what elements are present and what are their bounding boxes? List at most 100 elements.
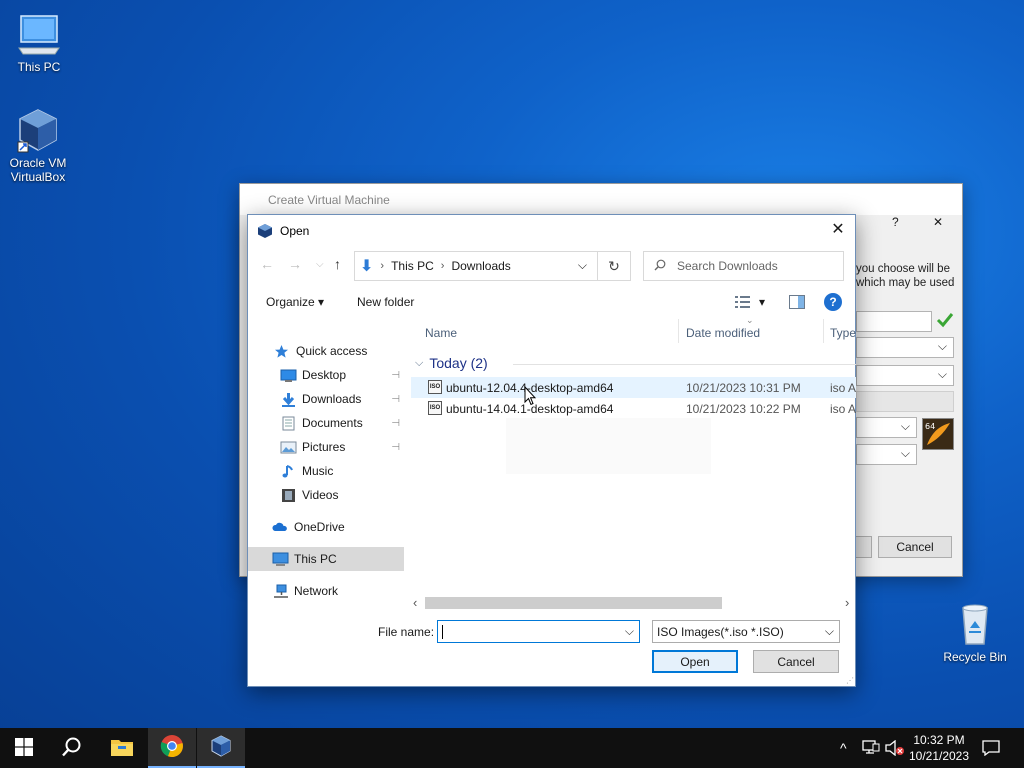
- valid-check-icon: [936, 311, 954, 329]
- cancel-button[interactable]: Cancel: [753, 650, 839, 673]
- nav-item-downloads[interactable]: Downloads ⊣: [248, 387, 404, 411]
- nav-item-documents[interactable]: Documents ⊣: [248, 411, 404, 435]
- nav-item-label: Quick access: [296, 344, 368, 358]
- nav-item-desktop[interactable]: Desktop ⊣: [248, 363, 404, 387]
- file-name-input[interactable]: ⌵: [437, 620, 640, 643]
- preview-pane-icon[interactable]: [789, 295, 805, 309]
- notifications-button[interactable]: [982, 728, 1000, 768]
- create-vm-cancel-button[interactable]: Cancel: [878, 536, 952, 558]
- chevron-down-icon: ⌵: [415, 356, 424, 369]
- star-icon: [274, 344, 291, 359]
- nav-item-label: Documents: [302, 416, 363, 430]
- create-vm-title: Create Virtual Machine: [268, 192, 390, 207]
- create-vm-titlebar: Create Virtual Machine: [240, 184, 962, 215]
- open-button[interactable]: Open: [652, 650, 738, 673]
- scroll-left-button[interactable]: ‹: [413, 595, 417, 610]
- breadcrumb-this-pc[interactable]: This PC: [391, 259, 434, 273]
- close-icon[interactable]: ✕: [827, 220, 849, 242]
- address-bar[interactable]: ⬇ › This PC › Downloads ⌵: [354, 251, 598, 281]
- up-button[interactable]: ↑: [334, 256, 341, 272]
- nav-item-label: Desktop: [302, 368, 347, 382]
- vbox-hidden-button: [856, 536, 872, 558]
- column-header-date[interactable]: Date modified: [686, 326, 760, 340]
- network-tray-icon[interactable]: [862, 728, 880, 768]
- search-icon: [61, 736, 83, 761]
- virtualbox-icon: [209, 734, 233, 761]
- taskbar-chrome[interactable]: [148, 728, 196, 768]
- vm-name-field[interactable]: [856, 311, 932, 332]
- chevron-down-icon[interactable]: ⌵: [625, 624, 634, 639]
- nav-item-pictures[interactable]: Pictures ⊣: [248, 435, 404, 459]
- help-icon[interactable]: ?: [824, 293, 842, 311]
- desktop-icon-recycle-bin[interactable]: Recycle Bin: [937, 600, 1013, 664]
- refresh-button[interactable]: ↻: [598, 251, 631, 281]
- desktop-icon-this-pc[interactable]: This PC: [1, 10, 77, 74]
- network-icon: [272, 584, 289, 599]
- column-headers: Name Date modified ⌄ Type: [411, 319, 856, 343]
- create-vm-close-button[interactable]: ✕: [933, 215, 943, 229]
- column-header-type[interactable]: Type: [830, 326, 856, 340]
- download-arrow-icon: ⬇: [360, 258, 374, 275]
- tooltip-ghost: [506, 418, 711, 474]
- vm-iso-combo[interactable]: [856, 365, 954, 386]
- desktop-icon-virtualbox[interactable]: Oracle VM VirtualBox: [0, 106, 76, 184]
- file-row-ubuntu-12[interactable]: ISO ubuntu-12.04.4-desktop-amd64 10/21/2…: [411, 377, 856, 398]
- file-row-ubuntu-14[interactable]: ISO ubuntu-14.04.1-desktop-amd64 10/21/2…: [411, 398, 856, 419]
- address-dropdown-icon[interactable]: ⌵: [578, 258, 587, 273]
- horizontal-scrollbar[interactable]: ‹ ›: [411, 595, 856, 611]
- text-caret: [442, 625, 443, 639]
- recycle-bin-icon: [951, 600, 999, 648]
- nav-item-network[interactable]: Network: [248, 579, 404, 603]
- pictures-icon: [280, 440, 297, 455]
- back-button[interactable]: ←: [260, 256, 274, 272]
- vm-type-combo[interactable]: [856, 417, 917, 438]
- scroll-right-button[interactable]: ›: [845, 595, 849, 610]
- tray-clock[interactable]: 10:32 PM 10/21/2023: [900, 732, 978, 764]
- vm-version-combo[interactable]: [856, 444, 917, 465]
- start-button[interactable]: [0, 728, 48, 768]
- organize-button[interactable]: Organize ▾: [266, 295, 324, 309]
- svg-text:64: 64: [925, 422, 935, 431]
- taskbar-search-button[interactable]: [48, 728, 96, 768]
- nav-item-label: Pictures: [302, 440, 346, 454]
- view-options-icon[interactable]: [735, 295, 751, 309]
- taskbar-virtualbox[interactable]: [197, 728, 245, 768]
- taskbar-file-explorer[interactable]: [98, 728, 146, 768]
- breadcrumb-downloads[interactable]: Downloads: [451, 259, 510, 273]
- clock-date: 10/21/2023: [908, 749, 970, 763]
- file-type-filter[interactable]: ISO Images(*.iso *.ISO) ⌵: [652, 620, 840, 643]
- nav-item-videos[interactable]: Videos: [248, 483, 404, 507]
- search-box[interactable]: Search Downloads: [643, 251, 844, 281]
- pin-icon: ⊣: [391, 441, 400, 453]
- virtualbox-icon: [14, 106, 62, 154]
- column-header-name[interactable]: Name: [425, 326, 457, 340]
- resize-grip-icon[interactable]: ⋰: [846, 676, 854, 685]
- nav-item-onedrive[interactable]: OneDrive: [248, 515, 404, 539]
- tray-overflow-button[interactable]: ^: [840, 728, 847, 768]
- create-vm-help-button[interactable]: ?: [892, 215, 899, 229]
- recent-locations-button[interactable]: ⌵: [316, 259, 324, 270]
- iso-file-icon: ISO: [428, 380, 442, 394]
- command-bar: Organize ▾ New folder ▾ ?: [248, 289, 855, 315]
- new-folder-button[interactable]: New folder: [357, 295, 414, 309]
- nav-item-label: Music: [302, 464, 334, 478]
- nav-item-this-pc[interactable]: This PC: [248, 547, 404, 571]
- search-icon: [654, 259, 666, 274]
- nav-item-quick-access[interactable]: Quick access: [248, 339, 404, 363]
- breadcrumb-separator: ›: [440, 260, 445, 272]
- download-arrow-icon: [280, 392, 297, 407]
- scrollbar-thumb[interactable]: [425, 597, 722, 609]
- nav-item-label: Network: [294, 584, 339, 598]
- vm-edition-combo: [856, 391, 954, 412]
- desktop-icon-label: Oracle VM VirtualBox: [9, 156, 67, 184]
- mouse-cursor-icon: [524, 385, 537, 406]
- file-date: 10/21/2023 10:22 PM: [686, 402, 801, 416]
- view-dropdown-button[interactable]: ▾: [759, 295, 765, 309]
- search-placeholder: Search Downloads: [677, 259, 778, 273]
- group-header-today[interactable]: ⌵ Today (2): [415, 355, 488, 371]
- vm-folder-combo[interactable]: [856, 337, 954, 358]
- iso-file-icon: ISO: [428, 401, 442, 415]
- windows-start-icon: [15, 737, 33, 759]
- forward-button[interactable]: →: [288, 256, 302, 272]
- nav-item-music[interactable]: Music: [248, 459, 404, 483]
